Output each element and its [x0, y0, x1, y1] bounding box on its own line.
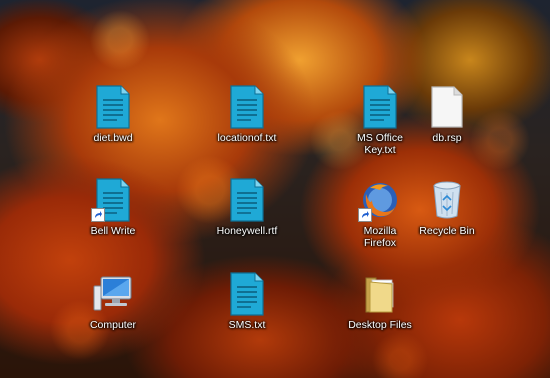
computer-icon	[91, 272, 135, 316]
firefox-icon	[358, 178, 402, 222]
icon-label: db.rsp	[432, 132, 462, 144]
recycle-bin-icon	[425, 178, 469, 222]
icon-label: Bell Write	[90, 225, 136, 237]
shortcut-arrow-icon	[91, 208, 105, 222]
document-icon	[225, 272, 269, 316]
icon-label: Computer	[89, 319, 137, 331]
desktop-icon-bell-write[interactable]: Bell Write	[70, 178, 156, 237]
document-icon	[225, 178, 269, 222]
icon-label: SMS.txt	[228, 319, 266, 331]
icon-label: Honeywell.rtf	[216, 225, 278, 237]
icon-label: diet.bwd	[93, 132, 133, 144]
document-icon	[91, 85, 135, 129]
desktop-icon-db-rsp[interactable]: db.rsp	[404, 85, 490, 144]
document-icon	[358, 85, 402, 129]
icon-label: locationof.txt	[217, 132, 277, 144]
document-icon	[225, 85, 269, 129]
icon-label: Desktop Files	[348, 319, 412, 331]
desktop-icon-recycle-bin[interactable]: Recycle Bin	[404, 178, 490, 237]
desktop-icon-computer[interactable]: Computer	[70, 272, 156, 331]
desktop-icon-locationof-txt[interactable]: locationof.txt	[204, 85, 290, 144]
icon-label: MS Office Key.txt	[357, 132, 403, 156]
desktop[interactable]: diet.bwd locationof.txt MS Office Key.tx…	[0, 0, 550, 378]
desktop-icon-honeywell-rtf[interactable]: Honeywell.rtf	[204, 178, 290, 237]
desktop-icon-diet-bwd[interactable]: diet.bwd	[70, 85, 156, 144]
desktop-icon-sms-txt[interactable]: SMS.txt	[204, 272, 290, 331]
shortcut-arrow-icon	[358, 208, 372, 222]
blank-file-icon	[425, 85, 469, 129]
icon-label: Mozilla Firefox	[363, 225, 397, 249]
desktop-icon-desktop-files[interactable]: Desktop Files	[337, 272, 423, 331]
document-shortcut-icon	[91, 178, 135, 222]
folder-icon	[358, 272, 402, 316]
icon-label: Recycle Bin	[419, 225, 475, 237]
